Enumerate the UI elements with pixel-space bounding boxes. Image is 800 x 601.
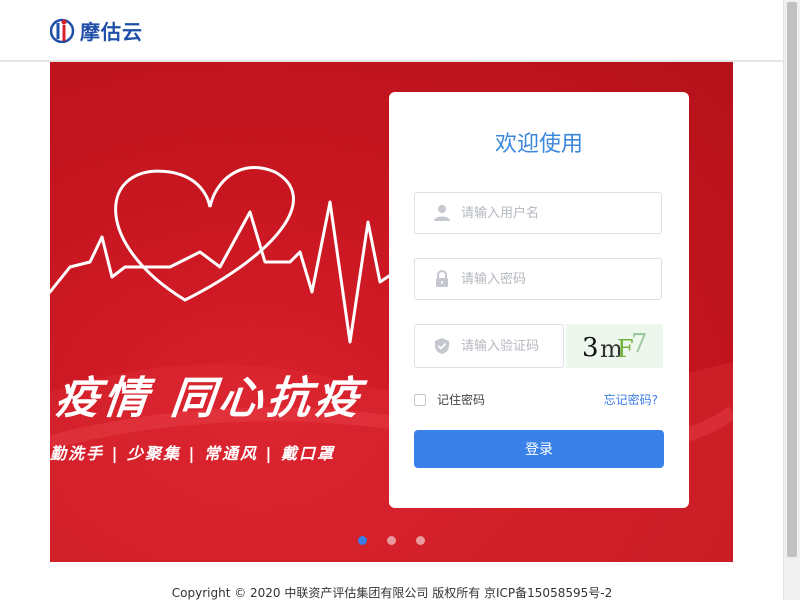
captcha-char-4: 7 — [631, 329, 648, 359]
login-card: 欢迎使用 3 m F 7 记住密码 忘记密码? 登录 — [389, 92, 689, 508]
password-input[interactable] — [461, 259, 651, 299]
vertical-scrollbar[interactable] — [783, 0, 800, 600]
shield-icon — [435, 338, 449, 354]
carousel-dot-2[interactable] — [387, 536, 396, 545]
login-title: 欢迎使用 — [494, 132, 583, 157]
carousel-dot-3[interactable] — [416, 536, 425, 545]
captcha-image[interactable]: 3 m F 7 — [566, 324, 663, 368]
captcha-input[interactable] — [461, 325, 561, 367]
carousel-indicators — [358, 536, 425, 545]
remember-password[interactable]: 记住密码 — [414, 391, 485, 408]
login-button[interactable]: 登录 — [414, 430, 664, 468]
banner-sub-slogan: 勤洗手 | 少聚集 | 常通风 | 戴口罩 — [50, 444, 335, 463]
remember-checkbox[interactable] — [414, 393, 426, 406]
user-icon — [434, 205, 450, 221]
password-field[interactable] — [414, 258, 662, 300]
captcha-char-1: 3 — [582, 333, 599, 363]
remember-label: 记住密码 — [437, 393, 486, 407]
forgot-password-link[interactable]: 忘记密码? — [604, 391, 658, 408]
carousel-dot-1[interactable] — [358, 536, 367, 545]
username-field[interactable] — [414, 192, 662, 234]
lock-icon — [436, 270, 448, 287]
site-header: 摩估云 — [0, 0, 784, 62]
username-input[interactable] — [461, 193, 651, 233]
scrollbar-thumb[interactable] — [787, 2, 797, 557]
banner-slogan: 疫情 同心抗疫 — [52, 373, 366, 424]
page-footer: Copyright © 2020 中联资产评估集团有限公司 版权所有 京ICP备… — [171, 586, 613, 600]
logo-mark-icon — [50, 18, 75, 43]
logo-text: 摩估云 — [80, 19, 143, 44]
site-logo[interactable]: 摩估云 — [50, 15, 143, 45]
captcha-field[interactable] — [414, 324, 564, 368]
